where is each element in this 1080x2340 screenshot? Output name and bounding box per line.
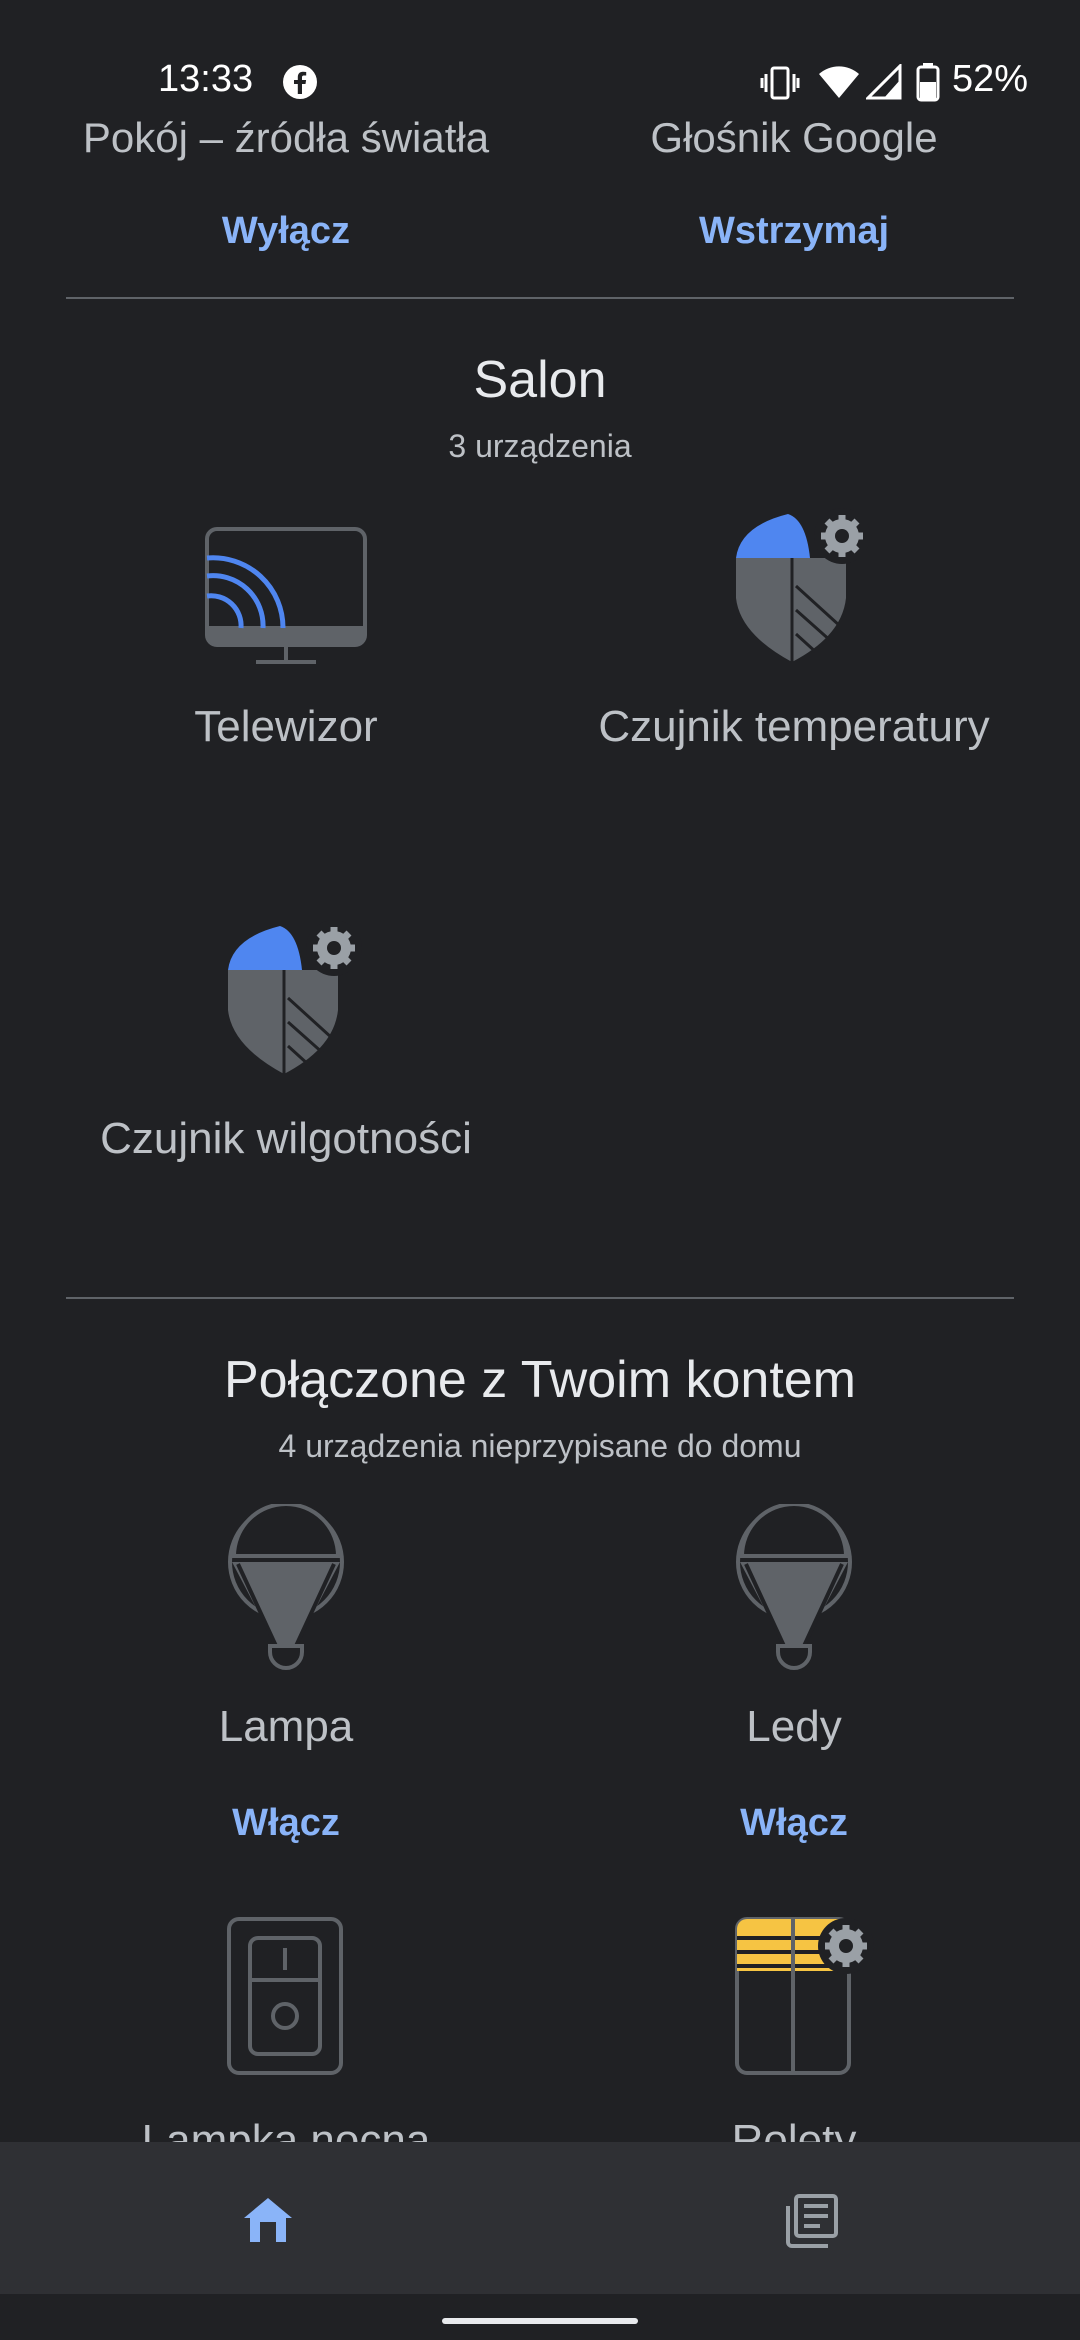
home-icon	[244, 2198, 292, 2242]
device-tile-lampka-nocna[interactable]: Lampka nocna	[40, 1910, 532, 2142]
device-tile-ledy[interactable]: Ledy Włącz	[548, 1500, 1040, 1844]
gesture-handle[interactable]	[442, 2318, 638, 2324]
tv-cast-icon	[205, 527, 367, 664]
blinds-icon	[735, 1917, 874, 2075]
device-tile-rolety[interactable]: Rolety	[548, 1910, 1040, 2142]
battery-icon	[916, 63, 940, 102]
feed-icon	[786, 2194, 838, 2248]
wifi-icon	[819, 66, 859, 98]
device-tile-czujnik-wilgotnosci[interactable]: Czujnik wilgotności	[40, 912, 532, 1192]
section-title-salon: Salon	[473, 351, 607, 409]
turn-on-button-lampa[interactable]: Włącz	[40, 1802, 532, 1845]
sensor-shield-icon	[736, 508, 870, 662]
device-label-lampa: Lampa	[218, 1702, 354, 1751]
device-label-czujnik-temperatury: Czujnik temperatury	[598, 702, 990, 751]
section-divider	[66, 1297, 1014, 1299]
device-label-lampka-nocna: Lampka nocna	[141, 2116, 431, 2142]
turn-off-button[interactable]: Wyłącz	[40, 210, 532, 253]
section-subtitle-linked: 4 urządzenia nieprzypisane do domu	[278, 1428, 802, 1464]
nav-home[interactable]	[0, 2142, 540, 2294]
device-tile-lampa[interactable]: Lampa Włącz	[40, 1500, 532, 1844]
vibrate-icon	[760, 66, 800, 100]
section-divider	[66, 297, 1014, 299]
device-tile-czujnik-temperatury[interactable]: Czujnik temperatury	[548, 500, 1040, 780]
turn-on-button-ledy[interactable]: Włącz	[548, 1802, 1040, 1845]
sensor-shield-icon	[228, 920, 362, 1074]
device-tile-telewizor[interactable]: Telewizor	[40, 500, 532, 780]
facebook-icon	[283, 65, 317, 99]
signal-icon	[866, 64, 902, 100]
nav-feed[interactable]	[540, 2142, 1080, 2294]
device-name-glosnik: Głośnik Google	[650, 114, 938, 161]
status-time: 13:33	[158, 58, 254, 100]
device-label-czujnik-wilgotnosci: Czujnik wilgotności	[100, 1114, 472, 1163]
section-subtitle-salon: 3 urządzenia	[448, 428, 632, 464]
bottom-navigation	[0, 2142, 1080, 2294]
device-label-ledy: Ledy	[746, 1702, 842, 1751]
top-row-names-clip: Pokój – źródła światła Głośnik Google	[0, 108, 1080, 166]
switch-icon	[227, 1917, 343, 2075]
device-name-pokoj: Pokój – źródła światła	[82, 114, 490, 161]
bulb-icon	[228, 1504, 344, 1670]
pause-button[interactable]: Wstrzymaj	[548, 210, 1040, 253]
section-title-linked: Połączone z Twoim kontem	[224, 1351, 856, 1409]
device-label-telewizor: Telewizor	[194, 702, 378, 751]
battery-percentage: 52%	[952, 58, 1029, 100]
device-label-rolety: Rolety	[731, 2116, 857, 2142]
bulb-icon	[736, 1504, 852, 1670]
